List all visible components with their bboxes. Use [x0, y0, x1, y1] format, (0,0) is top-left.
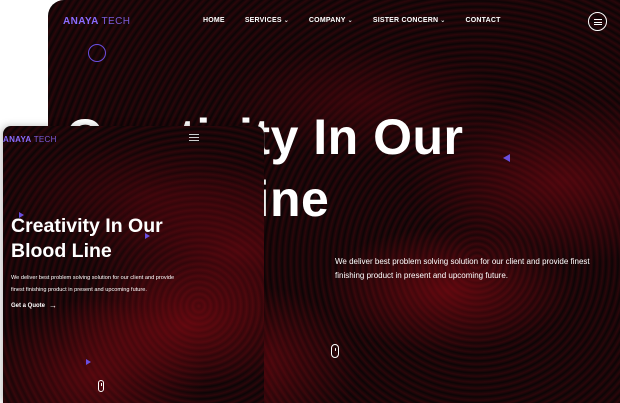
nav-label: HOME — [203, 17, 225, 24]
chevron-down-icon: ⌄ — [283, 17, 289, 24]
nav-item-sister-concern[interactable]: SISTER CONCERN ⌄ — [373, 17, 446, 24]
mobile-hero-description: We deliver best problem solving solution… — [11, 272, 236, 296]
desktop-hero-description: We deliver best problem solving solution… — [335, 257, 590, 280]
decorative-ring-icon — [88, 44, 106, 62]
headline-line: Creativity In Our — [11, 215, 163, 237]
desktop-logo[interactable]: ANAYA TECH — [63, 16, 130, 27]
chevron-down-icon: ⌄ — [347, 17, 353, 24]
nav-item-services[interactable]: SERVICES ⌄ — [245, 17, 289, 24]
logo-primary: ANAYA — [63, 16, 99, 27]
scroll-mouse-icon[interactable] — [331, 344, 339, 358]
arrow-right-icon: → — [49, 301, 58, 310]
mobile-hero-headline: Creativity In Our Blood Line — [11, 214, 251, 264]
logo-secondary: TECH — [33, 135, 57, 144]
mobile-mockup: ANAYA TECH Creativity In Our Blood Line … — [3, 126, 264, 403]
desktop-navbar: ANAYA TECH HOME SERVICES ⌄ COMPANY ⌄ SISTE… — [48, 0, 620, 42]
nav-label: COMPANY — [308, 17, 346, 24]
description-line: We deliver best problem solving solution… — [11, 275, 175, 281]
mobile-logo[interactable]: ANAYA TECH — [3, 135, 57, 144]
nav-label: SISTER CONCERN — [372, 17, 439, 24]
nav-label: SERVICES — [244, 17, 282, 24]
scroll-mouse-icon[interactable] — [98, 380, 104, 392]
nav-label: CONTACT — [465, 17, 501, 24]
get-a-quote-link[interactable]: Get a Quote → — [11, 301, 57, 310]
nav-item-home[interactable]: HOME — [203, 17, 225, 24]
desktop-nav-menu: HOME SERVICES ⌄ COMPANY ⌄ SISTER CONCERN ⌄ … — [203, 17, 521, 24]
hamburger-circle-icon[interactable] — [588, 12, 607, 31]
nav-item-company[interactable]: COMPANY ⌄ — [309, 17, 353, 24]
cta-label: Get a Quote — [11, 302, 46, 309]
logo-primary: ANAYA — [3, 135, 32, 144]
headline-line: Blood Line — [11, 240, 112, 262]
logo-secondary: TECH — [101, 16, 131, 27]
hamburger-icon[interactable] — [189, 133, 199, 142]
chevron-down-icon: ⌄ — [440, 17, 446, 24]
nav-item-contact[interactable]: CONTACT — [465, 17, 500, 24]
decorative-triangle-icon — [86, 359, 91, 365]
description-line: finest finishing product in present and … — [11, 287, 147, 293]
